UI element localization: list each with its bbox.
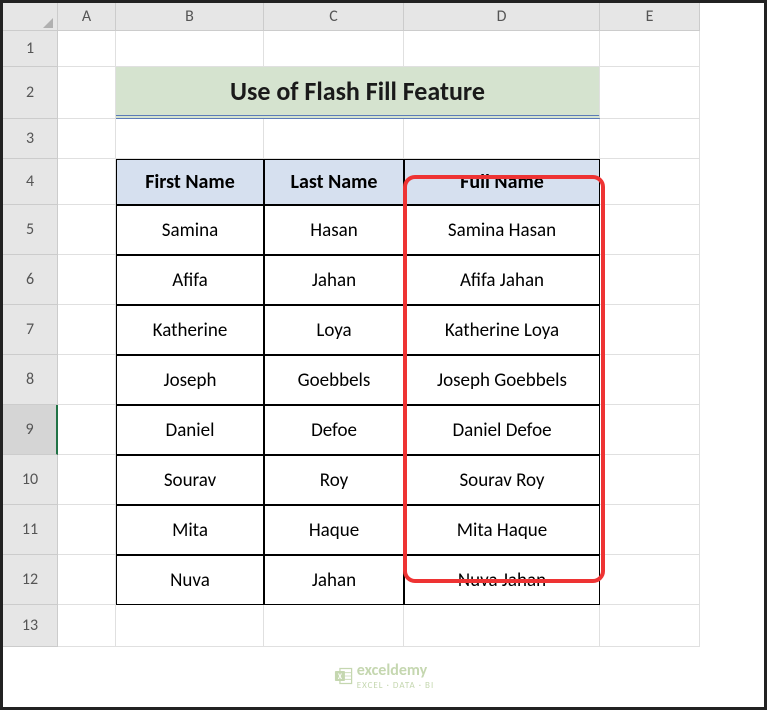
cell-d9[interactable]: Daniel Defoe <box>404 405 600 455</box>
header-full-name[interactable]: Full Name <box>404 159 600 205</box>
row-header-11[interactable]: 11 <box>3 505 58 555</box>
watermark: X exceldemy EXCEL · DATA · BI <box>333 661 434 691</box>
row-header-5[interactable]: 5 <box>3 205 58 255</box>
col-header-d[interactable]: D <box>404 3 600 31</box>
cell-e13[interactable] <box>600 605 700 647</box>
row-header-9[interactable]: 9 <box>3 405 58 455</box>
cell-d13[interactable] <box>404 605 600 647</box>
cell-e7[interactable] <box>600 305 700 355</box>
cell-a6[interactable] <box>58 255 116 305</box>
cell-c12[interactable]: Jahan <box>264 555 404 605</box>
cell-b8[interactable]: Joseph <box>116 355 264 405</box>
cell-e2[interactable] <box>600 67 700 119</box>
row-header-3[interactable]: 3 <box>3 119 58 159</box>
cell-d11[interactable]: Mita Haque <box>404 505 600 555</box>
row-header-13[interactable]: 13 <box>3 605 58 647</box>
cell-b11[interactable]: Mita <box>116 505 264 555</box>
column-headers: A B C D E <box>58 3 700 31</box>
cell-b12[interactable]: Nuva <box>116 555 264 605</box>
row-header-10[interactable]: 10 <box>3 455 58 505</box>
cell-e5[interactable] <box>600 205 700 255</box>
cell-c11[interactable]: Haque <box>264 505 404 555</box>
header-first-name[interactable]: First Name <box>116 159 264 205</box>
cell-b9[interactable]: Daniel <box>116 405 264 455</box>
row-header-2[interactable]: 2 <box>3 67 58 119</box>
cell-e8[interactable] <box>600 355 700 405</box>
cell-a11[interactable] <box>58 505 116 555</box>
cell-a1[interactable] <box>58 31 116 67</box>
cell-e6[interactable] <box>600 255 700 305</box>
cell-a7[interactable] <box>58 305 116 355</box>
cell-d8[interactable]: Joseph Goebbels <box>404 355 600 405</box>
cell-c1[interactable] <box>264 31 404 67</box>
grid-area: Use of Flash Fill Feature First Name Las… <box>58 31 700 647</box>
cell-a13[interactable] <box>58 605 116 647</box>
cell-d3[interactable] <box>404 119 600 159</box>
cell-b5[interactable]: Samina <box>116 205 264 255</box>
header-last-name[interactable]: Last Name <box>264 159 404 205</box>
cell-e3[interactable] <box>600 119 700 159</box>
cell-b10[interactable]: Sourav <box>116 455 264 505</box>
row-headers: 1 2 3 4 5 6 7 8 9 10 11 12 13 <box>3 31 58 647</box>
cell-a12[interactable] <box>58 555 116 605</box>
cell-b1[interactable] <box>116 31 264 67</box>
cell-a10[interactable] <box>58 455 116 505</box>
watermark-brand: exceldemy <box>357 661 427 680</box>
cell-e10[interactable] <box>600 455 700 505</box>
cell-d1[interactable] <box>404 31 600 67</box>
cell-d7[interactable]: Katherine Loya <box>404 305 600 355</box>
cell-d5[interactable]: Samina Hasan <box>404 205 600 255</box>
row-header-4[interactable]: 4 <box>3 159 58 205</box>
col-header-a[interactable]: A <box>58 3 116 31</box>
cell-b6[interactable]: Afifa <box>116 255 264 305</box>
cell-c3[interactable] <box>264 119 404 159</box>
cell-e11[interactable] <box>600 505 700 555</box>
cell-a3[interactable] <box>58 119 116 159</box>
cell-e12[interactable] <box>600 555 700 605</box>
cell-d10[interactable]: Sourav Roy <box>404 455 600 505</box>
cell-b3[interactable] <box>116 119 264 159</box>
cell-b13[interactable] <box>116 605 264 647</box>
row-header-6[interactable]: 6 <box>3 255 58 305</box>
excel-icon: X <box>333 666 353 686</box>
cell-a2[interactable] <box>58 67 116 119</box>
cell-c7[interactable]: Loya <box>264 305 404 355</box>
cell-e4[interactable] <box>600 159 700 205</box>
cell-c8[interactable]: Goebbels <box>264 355 404 405</box>
cell-c9[interactable]: Defoe <box>264 405 404 455</box>
cell-a5[interactable] <box>58 205 116 255</box>
row-header-8[interactable]: 8 <box>3 355 58 405</box>
cell-d6[interactable]: Afifa Jahan <box>404 255 600 305</box>
row-header-7[interactable]: 7 <box>3 305 58 355</box>
spreadsheet-view: A B C D E 1 2 3 4 5 6 7 8 9 10 11 12 13 … <box>3 3 764 707</box>
cell-a8[interactable] <box>58 355 116 405</box>
row-header-1[interactable]: 1 <box>3 31 58 67</box>
cell-c5[interactable]: Hasan <box>264 205 404 255</box>
cell-e1[interactable] <box>600 31 700 67</box>
cell-e9[interactable] <box>600 405 700 455</box>
cell-a9[interactable] <box>58 405 116 455</box>
cell-a4[interactable] <box>58 159 116 205</box>
title-cell[interactable]: Use of Flash Fill Feature <box>116 67 600 119</box>
cell-d12[interactable]: Nuva Jahan <box>404 555 600 605</box>
col-header-c[interactable]: C <box>264 3 404 31</box>
select-all-corner[interactable] <box>3 3 58 31</box>
watermark-tagline: EXCEL · DATA · BI <box>357 680 434 691</box>
col-header-e[interactable]: E <box>600 3 700 31</box>
row-header-12[interactable]: 12 <box>3 555 58 605</box>
col-header-b[interactable]: B <box>116 3 264 31</box>
cell-c6[interactable]: Jahan <box>264 255 404 305</box>
cell-c13[interactable] <box>264 605 404 647</box>
cell-c10[interactable]: Roy <box>264 455 404 505</box>
cell-b7[interactable]: Katherine <box>116 305 264 355</box>
